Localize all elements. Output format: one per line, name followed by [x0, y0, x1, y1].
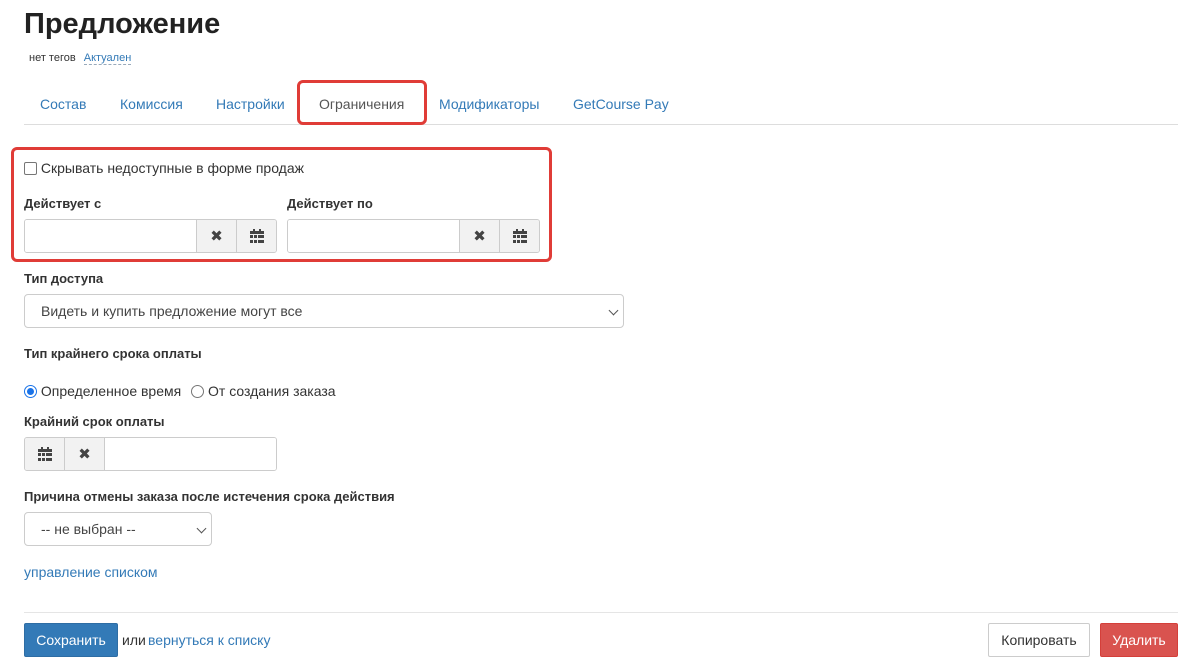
valid-from-input[interactable] — [25, 220, 196, 252]
or-text: или — [122, 632, 146, 648]
clear-icon[interactable]: ✖ — [65, 438, 105, 470]
tab-getcourse-pay[interactable]: GetCourse Pay — [573, 84, 669, 125]
hide-unavailable-row: Скрывать недоступные в форме продаж — [24, 160, 304, 176]
manage-list-link[interactable]: управление списком — [24, 564, 158, 580]
cancel-reason-select[interactable]: -- не выбран -- — [24, 512, 212, 546]
tab-bar: Состав Комиссия Настройки Ограничения Мо… — [24, 80, 1178, 125]
status-link[interactable]: Актуален — [83, 52, 132, 65]
hide-unavailable-checkbox[interactable] — [24, 162, 37, 175]
save-button[interactable]: Сохранить — [24, 623, 118, 657]
radio-fixed-time-label: Определенное время — [40, 383, 182, 399]
chevron-down-icon — [196, 523, 207, 534]
deadline-type-label: Тип крайнего срока оплаты — [24, 346, 202, 361]
valid-to-input[interactable] — [288, 220, 459, 252]
valid-to-label: Действует по — [287, 196, 373, 211]
delete-button[interactable]: Удалить — [1100, 623, 1178, 657]
access-type-select[interactable]: Видеть и купить предложение могут все — [24, 294, 624, 328]
valid-from-label: Действует с — [24, 196, 102, 211]
calendar-icon[interactable] — [499, 220, 539, 252]
footer-divider — [24, 612, 1178, 613]
tab-commission[interactable]: Комиссия — [120, 84, 183, 125]
radio-from-order-creation-label: От создания заказа — [208, 383, 336, 399]
payment-deadline-input[interactable] — [105, 438, 276, 470]
tab-modifiers[interactable]: Модификаторы — [439, 84, 539, 125]
back-to-list-link[interactable]: вернуться к списку — [148, 632, 270, 648]
payment-deadline-label: Крайний срок оплаты — [24, 414, 165, 429]
tab-settings[interactable]: Настройки — [216, 84, 285, 125]
payment-deadline-group: ✖ — [24, 437, 277, 471]
hide-unavailable-label: Скрывать недоступные в форме продаж — [40, 160, 304, 176]
tab-highlight-frame — [297, 80, 427, 125]
cancel-reason-label: Причина отмены заказа после истечения ср… — [24, 489, 395, 504]
clear-icon[interactable]: ✖ — [196, 220, 236, 252]
radio-fixed-time[interactable] — [24, 385, 37, 398]
page-title: Предложение — [24, 8, 221, 40]
copy-button[interactable]: Копировать — [988, 623, 1090, 657]
access-type-value: Видеть и купить предложение могут все — [41, 303, 303, 319]
radio-from-order-creation[interactable] — [191, 385, 205, 398]
page-meta: нет тегов Актуален — [29, 52, 132, 65]
calendar-icon[interactable] — [25, 438, 65, 470]
valid-from-group: ✖ — [24, 219, 277, 253]
chevron-down-icon — [608, 305, 619, 316]
deadline-type-options: Определенное время От создания заказа — [24, 383, 336, 399]
clear-icon[interactable]: ✖ — [459, 220, 499, 252]
access-type-label: Тип доступа — [24, 271, 104, 286]
cancel-reason-value: -- не выбран -- — [41, 521, 136, 537]
tab-composition[interactable]: Состав — [40, 84, 86, 125]
tags-text: нет тегов — [29, 52, 76, 64]
calendar-icon[interactable] — [236, 220, 276, 252]
valid-to-group: ✖ — [287, 219, 540, 253]
